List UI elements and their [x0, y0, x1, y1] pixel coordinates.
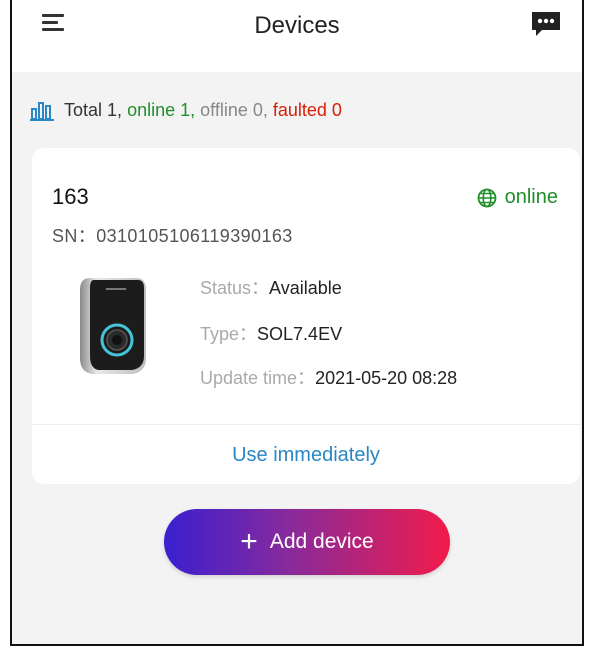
- card-divider: [32, 424, 580, 425]
- type-row: Type：SOL7.4EV: [200, 320, 342, 346]
- update-time-row: Update time：2021-05-20 08:28: [200, 364, 457, 390]
- status-row: Status：Available: [200, 274, 342, 300]
- chat-bubble-icon[interactable]: [530, 10, 562, 38]
- online-status-label: online: [504, 186, 558, 208]
- device-summary: Total 1, online 1, offline 0, faulted 0: [30, 98, 342, 122]
- plus-icon: +: [240, 525, 258, 558]
- app-header: Devices: [12, 0, 582, 72]
- device-name: 163: [52, 184, 89, 209]
- offline-count: offline 0,: [200, 99, 268, 120]
- total-count: Total 1,: [64, 99, 123, 120]
- bar-chart-icon: [30, 102, 54, 121]
- globe-icon: [477, 188, 497, 207]
- status-label: Status：: [200, 278, 270, 298]
- faulted-count: faulted 0: [272, 99, 342, 120]
- app-frame: Devices Total 1, online 1, offline 0, fa…: [10, 0, 584, 646]
- type-label: Type：: [200, 324, 258, 344]
- type-value: SOL7.4EV: [257, 324, 343, 344]
- online-status-badge: online: [477, 186, 558, 209]
- online-count: online 1,: [127, 99, 196, 120]
- update-time-label: Update time：: [200, 368, 316, 388]
- use-immediately-button[interactable]: Use immediately: [32, 444, 580, 467]
- device-card[interactable]: 163 online SN：0310105106119390163 Status…: [32, 148, 580, 484]
- add-device-label: Add device: [269, 530, 374, 553]
- serial-number: SN：0310105106119390163: [52, 226, 293, 246]
- status-value: Available: [269, 278, 342, 298]
- add-device-button[interactable]: + Add device: [164, 509, 450, 575]
- ev-charger-image: [80, 278, 146, 374]
- page-title: Devices: [254, 12, 340, 39]
- update-time-value: 2021-05-20 08:28: [315, 368, 458, 388]
